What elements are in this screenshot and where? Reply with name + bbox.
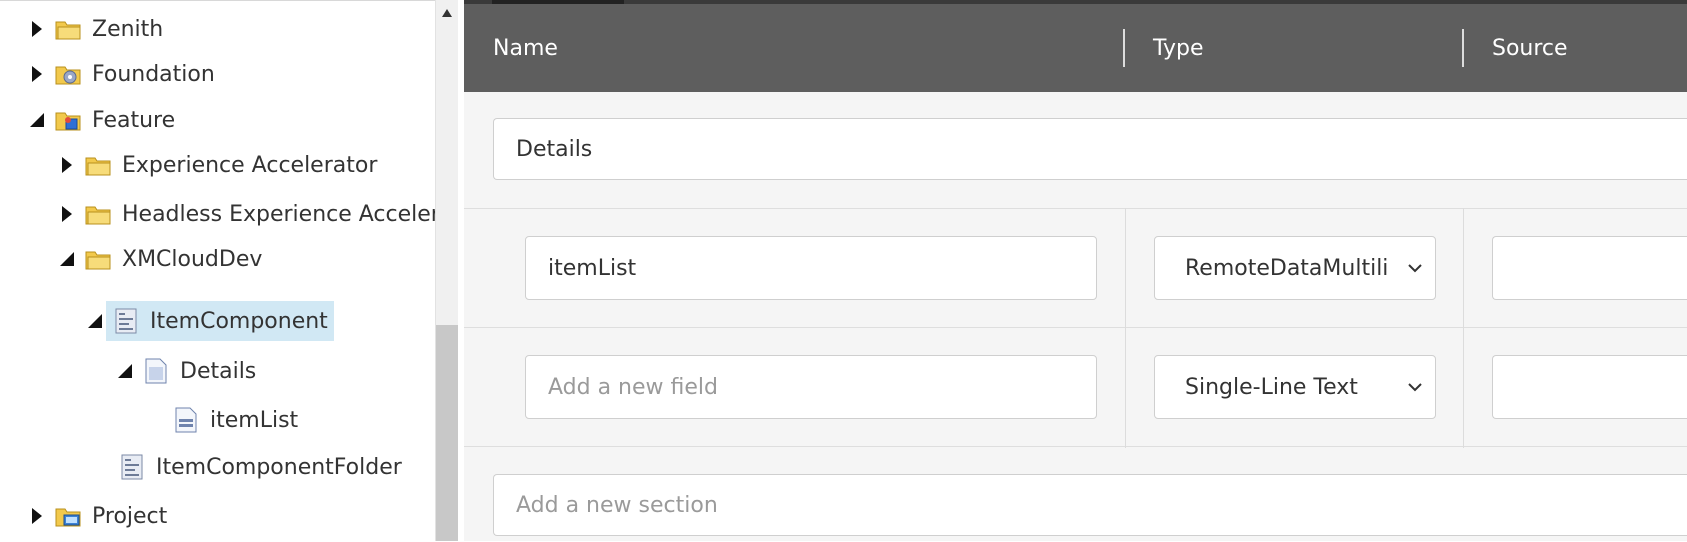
scroll-up-arrow-icon[interactable] bbox=[441, 8, 453, 18]
chevron-down-icon bbox=[1408, 383, 1422, 392]
collapse-arrow-icon[interactable] bbox=[84, 310, 106, 332]
tree-item-itemcomponentfolder[interactable]: ItemComponentFolder bbox=[84, 447, 402, 487]
tree-item-label: Feature bbox=[92, 107, 176, 133]
new-field-type-select[interactable]: Single-Line Text bbox=[1154, 355, 1436, 419]
expand-arrow-icon[interactable] bbox=[56, 154, 78, 176]
field-source-input[interactable] bbox=[1492, 236, 1687, 300]
folder-icon bbox=[54, 15, 82, 43]
folder-project-icon bbox=[54, 502, 82, 530]
chevron-down-icon bbox=[1408, 264, 1422, 273]
tree-item-xmclouddev[interactable]: XMCloudDev bbox=[56, 239, 262, 279]
folder-feature-icon bbox=[54, 106, 82, 134]
tree-item-itemlist[interactable]: itemList bbox=[144, 400, 298, 440]
tree-item-label: Zenith bbox=[92, 16, 164, 42]
collapse-arrow-icon[interactable] bbox=[26, 109, 48, 131]
section-icon bbox=[142, 357, 170, 385]
column-header-source: Source bbox=[1492, 35, 1568, 61]
collapse-arrow-icon[interactable] bbox=[114, 360, 136, 382]
tree-item-label: Experience Accelerator bbox=[122, 152, 378, 178]
field-name-input[interactable]: itemList bbox=[525, 236, 1097, 300]
content-tree: Zenith Foundation Feature Experience Acc… bbox=[0, 0, 435, 542]
scrollbar-thumb[interactable] bbox=[436, 325, 458, 541]
tree-item-feature[interactable]: Feature bbox=[26, 100, 175, 140]
collapse-arrow-icon[interactable] bbox=[56, 248, 78, 270]
tree-scrollbar[interactable] bbox=[435, 0, 458, 541]
caret-spacer bbox=[84, 456, 106, 478]
column-header-bar: Name Type Source bbox=[464, 4, 1687, 92]
tree-item-experience-accelerator[interactable]: Experience Accelerator bbox=[56, 145, 377, 185]
new-field-source-input[interactable] bbox=[1492, 355, 1687, 419]
tree-item-label: Foundation bbox=[92, 61, 215, 87]
folder-icon bbox=[84, 151, 112, 179]
tree-item-zenith[interactable]: Zenith bbox=[26, 9, 163, 49]
expand-arrow-icon[interactable] bbox=[26, 505, 48, 527]
tree-item-headless-experience-accelerator[interactable]: Headless Experience Accelera bbox=[56, 194, 435, 234]
column-header-name: Name bbox=[493, 35, 558, 61]
field-type-value: RemoteDataMultili bbox=[1185, 255, 1389, 281]
tree-item-label: ItemComponentFolder bbox=[156, 454, 402, 480]
template-icon bbox=[112, 307, 140, 335]
tree-item-label: ItemComponent bbox=[150, 308, 328, 334]
expand-arrow-icon[interactable] bbox=[26, 18, 48, 40]
expand-arrow-icon[interactable] bbox=[56, 203, 78, 225]
new-section-input[interactable]: Add a new section bbox=[493, 474, 1687, 536]
tree-item-foundation[interactable]: Foundation bbox=[26, 54, 215, 94]
tree-item-itemcomponent-label-area[interactable]: ItemComponent bbox=[106, 301, 334, 341]
section-name-input[interactable]: Details bbox=[493, 118, 1687, 180]
template-builder: Name Type Source Details itemList Remote… bbox=[464, 0, 1687, 541]
folder-icon bbox=[84, 200, 112, 228]
new-field-name-input[interactable]: Add a new field bbox=[525, 355, 1097, 419]
field-icon bbox=[172, 406, 200, 434]
tree-item-project[interactable]: Project bbox=[26, 496, 167, 536]
template-icon bbox=[118, 453, 146, 481]
column-divider bbox=[1125, 208, 1126, 448]
column-divider bbox=[1463, 208, 1464, 448]
folder-gear-icon bbox=[54, 60, 82, 88]
folder-icon bbox=[84, 245, 112, 273]
caret-spacer bbox=[144, 409, 166, 431]
column-divider bbox=[1123, 29, 1125, 67]
tree-item-label: itemList bbox=[210, 407, 299, 433]
tree-item-label: Project bbox=[92, 503, 168, 529]
field-type-select[interactable]: RemoteDataMultili bbox=[1154, 236, 1436, 300]
tree-item-label: XMCloudDev bbox=[122, 246, 263, 272]
tree-item-label: Headless Experience Accelera bbox=[122, 201, 435, 227]
tree-item-details[interactable]: Details bbox=[114, 351, 256, 391]
tree-item-label: Details bbox=[180, 358, 257, 384]
field-type-value: Single-Line Text bbox=[1185, 374, 1358, 400]
column-divider bbox=[1462, 29, 1464, 67]
column-header-type: Type bbox=[1153, 35, 1204, 61]
expand-arrow-icon[interactable] bbox=[26, 63, 48, 85]
